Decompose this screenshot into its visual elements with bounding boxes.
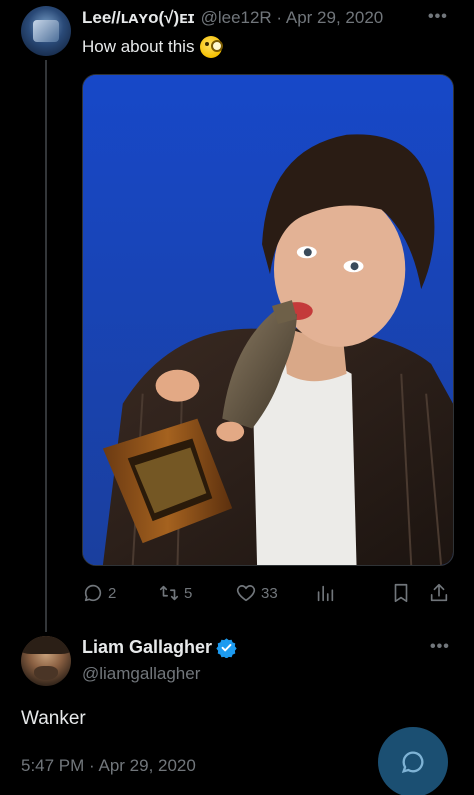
more-options-icon[interactable]: •••	[428, 8, 448, 26]
tweet-text: How about this	[82, 36, 224, 58]
tweet-text: Wanker	[21, 708, 86, 729]
retweet-button[interactable]: 5	[158, 582, 192, 604]
avatar[interactable]	[21, 636, 71, 686]
tweet-photo[interactable]	[82, 74, 454, 566]
photo-man-with-trophy-icon	[83, 75, 453, 565]
tweet-text-content: How about this	[82, 37, 195, 56]
analytics-icon	[317, 585, 334, 602]
share-icon	[430, 583, 448, 602]
bookmark-button[interactable]	[390, 582, 412, 604]
views-button[interactable]	[314, 582, 336, 604]
avatar[interactable]	[21, 6, 71, 56]
reply-icon	[84, 584, 102, 602]
share-button[interactable]	[428, 582, 450, 604]
verified-badge-icon	[216, 638, 237, 658]
reply-button[interactable]: 2	[82, 582, 116, 604]
reply-icon	[401, 751, 424, 774]
handle-and-date[interactable]: @lee12R · Apr 29, 2020	[201, 8, 384, 28]
bookmark-icon	[394, 583, 408, 603]
display-name[interactable]: Liam Gallagher	[82, 637, 237, 658]
retweet-count: 5	[184, 584, 193, 602]
face-with-monocle-emoji-icon	[200, 36, 224, 58]
tweet-header: Lee//ʟᴀʏᴏ(√)ᴇɪ @lee12R · Apr 29, 2020	[82, 8, 383, 28]
thread-line	[45, 60, 47, 632]
reply-count: 2	[108, 584, 117, 602]
tweet-timestamp[interactable]: 5:47 PM · Apr 29, 2020	[21, 756, 196, 776]
like-button[interactable]: 33	[235, 582, 278, 604]
heart-icon	[236, 585, 256, 602]
handle[interactable]: @liamgallagher	[82, 664, 200, 684]
retweet-icon	[159, 585, 179, 601]
display-name[interactable]: Lee//ʟᴀʏᴏ(√)ᴇɪ	[82, 8, 195, 28]
like-count: 33	[261, 584, 278, 602]
compose-reply-button[interactable]	[378, 727, 448, 795]
more-options-icon[interactable]: •••	[430, 638, 450, 656]
tweet-actions: 2 5 33	[82, 582, 454, 608]
display-name-text: Liam Gallagher	[82, 637, 213, 657]
